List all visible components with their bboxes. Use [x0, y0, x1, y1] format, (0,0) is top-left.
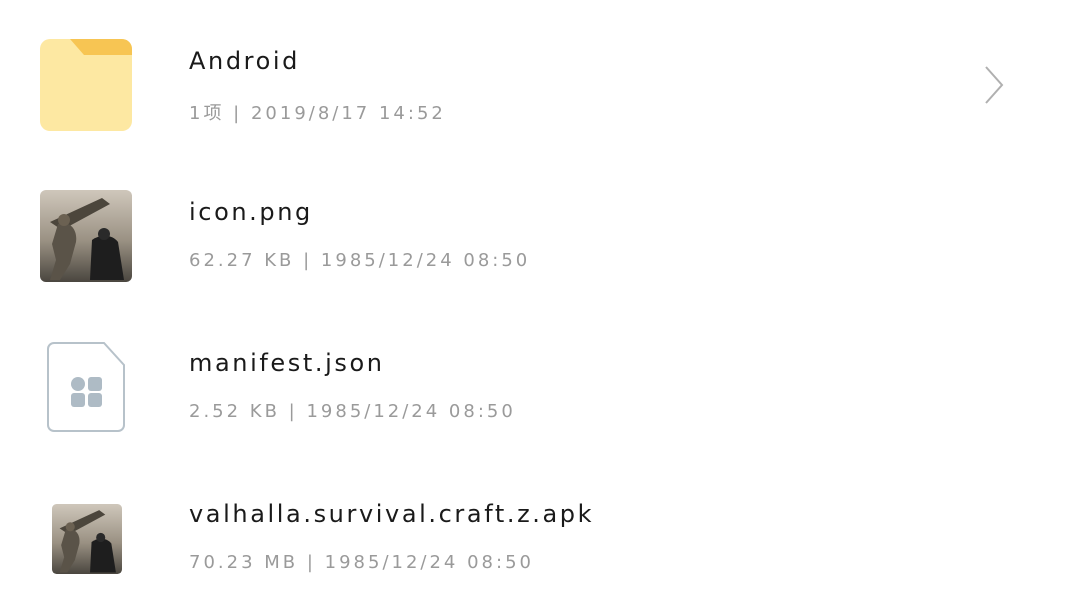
- file-meta: 70.23 MB | 1985/12/24 08:50: [189, 552, 534, 573]
- file-name: valhalla.survival.craft.z.apk: [189, 500, 595, 528]
- image-thumbnail: [40, 190, 132, 282]
- list-item-apk[interactable]: valhalla.survival.craft.z.apk 70.23 MB |…: [0, 462, 1080, 613]
- file-list: Android 1项 | 2019/8/17 14:52 icon.png 62…: [0, 0, 1080, 609]
- folder-icon: [40, 39, 132, 131]
- file-meta: 2.52 KB | 1985/12/24 08:50: [189, 401, 516, 422]
- document-icon: [40, 341, 132, 433]
- list-item-manifest-json[interactable]: manifest.json 2.52 KB | 1985/12/24 08:50: [0, 311, 1080, 462]
- list-item-icon-png[interactable]: icon.png 62.27 KB | 1985/12/24 08:50: [0, 160, 1080, 311]
- file-name: manifest.json: [189, 349, 385, 377]
- apk-thumbnail: [52, 504, 122, 574]
- list-item-android[interactable]: Android 1项 | 2019/8/17 14:52: [0, 9, 1080, 160]
- file-meta: 1项 | 2019/8/17 14:52: [189, 103, 446, 124]
- chevron-right-icon[interactable]: [980, 65, 1006, 105]
- file-name: Android: [189, 47, 300, 75]
- file-name: icon.png: [189, 198, 313, 226]
- file-meta: 62.27 KB | 1985/12/24 08:50: [189, 250, 531, 271]
